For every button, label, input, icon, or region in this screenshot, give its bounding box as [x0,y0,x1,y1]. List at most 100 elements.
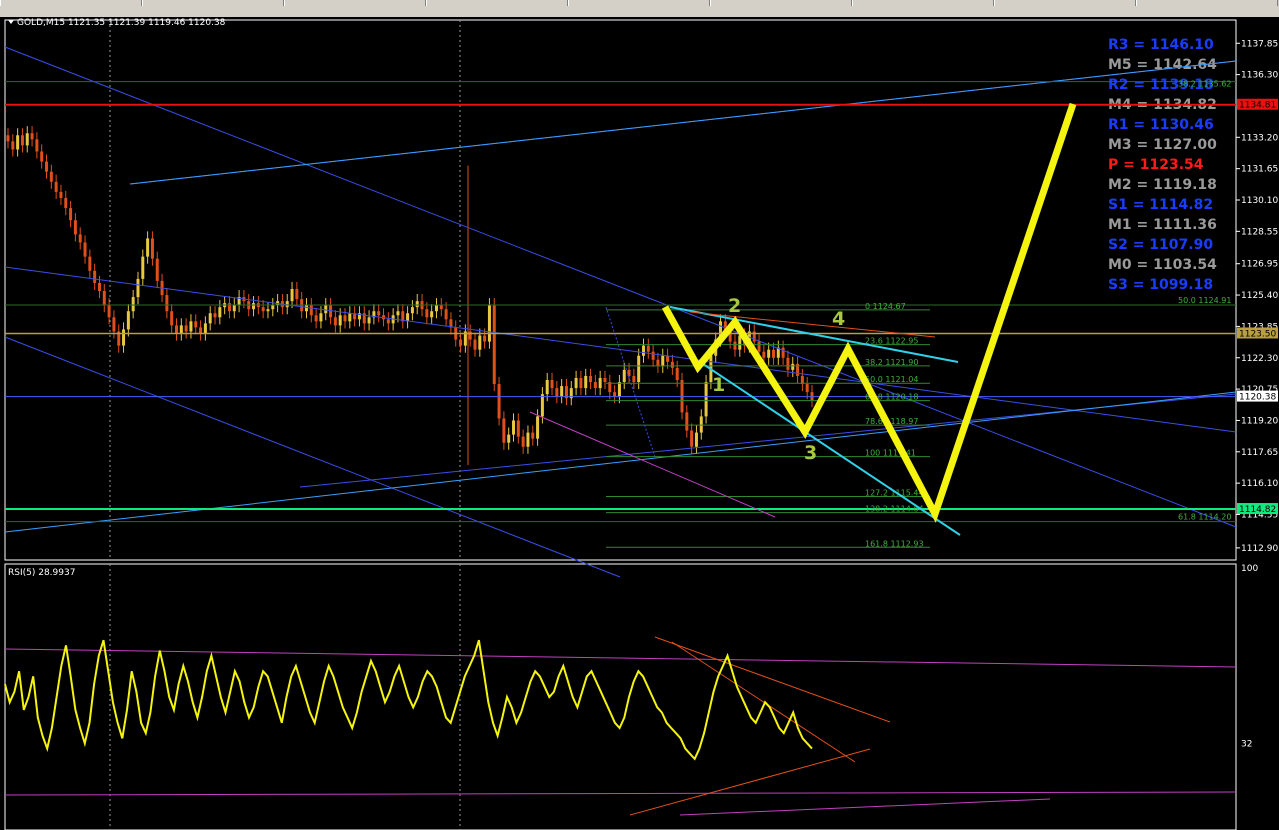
candle-body [603,377,607,383]
taskbar-item[interactable] [1136,0,1278,6]
candle-body [550,380,554,389]
candle-body [11,141,15,150]
y-axis-tick-label: 1133.20 [1241,133,1278,143]
y-axis-tick-label: 1125.40 [1241,291,1278,301]
candle-body [545,380,549,395]
candle-body [20,135,24,146]
candle-body [396,311,400,316]
candle-body [507,434,511,443]
candle-body [410,307,414,314]
y-axis-tick-label: 1119.20 [1241,416,1278,426]
candle-body [502,418,506,443]
candle-body [516,420,520,437]
candle-body [584,375,588,389]
candle-body [434,305,438,312]
candle-body [333,317,337,326]
rsi-label: RSI(5) 28.9937 [8,568,75,578]
candle-body [64,197,68,209]
fib-extension-label: 38.2 1135.62 [1178,79,1231,88]
pivot-level-label: S1 = 1114.82 [1108,197,1213,213]
candle-body [102,291,106,306]
pivot-level-label: S3 = 1099.18 [1108,277,1213,293]
taskbar-item[interactable] [142,0,284,6]
candle-body [49,171,53,182]
trading-chart[interactable]: 1137.85 1136.30 1133.20 1131.65 1130.10 1128.… [0,17,1279,830]
candle-body [290,288,294,302]
pivot-level-label: M2 = 1119.18 [1108,177,1217,193]
candle-body [93,270,97,283]
candle-body [386,319,390,324]
candle-body [304,305,308,312]
candle-body [666,355,670,362]
candle-body [574,377,578,389]
candle-body [425,309,429,318]
candle-body [791,363,795,370]
candle-body [208,313,212,324]
y-axis-tick-label: 1130.10 [1241,196,1278,206]
candle-body [632,375,636,383]
candle-body [6,135,10,142]
taskbar-item[interactable] [852,0,994,6]
candle-body [175,325,179,334]
chart-background [0,17,1279,830]
candle-body [295,288,299,300]
candle-body [271,305,275,310]
taskbar [0,0,1279,18]
candle-body [367,317,371,324]
y-axis-tick-label: 1126.95 [1241,260,1278,270]
candle-body [107,305,111,318]
candle-body [122,329,126,346]
pivot-level-label: M0 = 1103.54 [1108,257,1217,273]
pivot-level-label: S2 = 1107.90 [1108,237,1213,253]
taskbar-item[interactable] [710,0,852,6]
fib-retracement-label: 161.8 1112.93 [865,539,924,548]
candle-body [165,295,169,312]
price-tag-label: 1134.81 [1239,101,1276,111]
y-axis-tick-label: 1116.10 [1241,479,1278,489]
fib-retracement-label: 23.6 1122.95 [865,337,918,346]
candle-body [88,256,92,271]
candle-body [141,256,145,279]
candle-body [179,325,183,334]
chart-title: GOLD,M15 1121.35 1121.39 1119.46 1120.38 [17,18,226,28]
candle-body [526,432,530,447]
candle-body [637,355,641,383]
candle-body [540,394,544,417]
candle-body [781,347,785,358]
candle-body [184,325,188,332]
candle-body [512,420,516,435]
candle-body [699,416,703,433]
taskbar-item[interactable] [426,0,568,6]
candle-body [459,339,463,346]
pivot-level-label: M1 = 1111.36 [1108,217,1217,233]
candle-body [232,305,236,312]
candle-body [213,313,217,318]
candle-body [685,412,689,431]
taskbar-item[interactable] [568,0,710,6]
candle-body [309,305,313,316]
y-axis-tick-label: 1137.85 [1241,39,1278,49]
wave-label: 1 [712,374,725,396]
candle-body [492,305,496,385]
candle-body [521,436,525,447]
candle-body [227,303,231,312]
candle-body [483,335,487,342]
taskbar-item[interactable] [284,0,426,6]
rsi-axis-label: 32 [1241,739,1252,749]
candle-body [266,309,270,312]
y-axis-tick-label: 1117.65 [1241,448,1278,458]
candle-body [189,321,193,332]
candle-body [131,297,135,312]
wave-label: 2 [728,295,741,317]
candle-body [646,345,650,352]
candle-body [593,382,597,389]
candle-body [97,282,101,292]
candle-body [126,311,130,330]
candle-body [694,432,698,447]
candle-body [136,278,140,298]
candle-body [69,208,73,221]
candle-body [536,416,540,439]
taskbar-item[interactable] [0,0,142,6]
taskbar-item[interactable] [994,0,1136,6]
price-tag-label: 1120.38 [1239,393,1276,403]
